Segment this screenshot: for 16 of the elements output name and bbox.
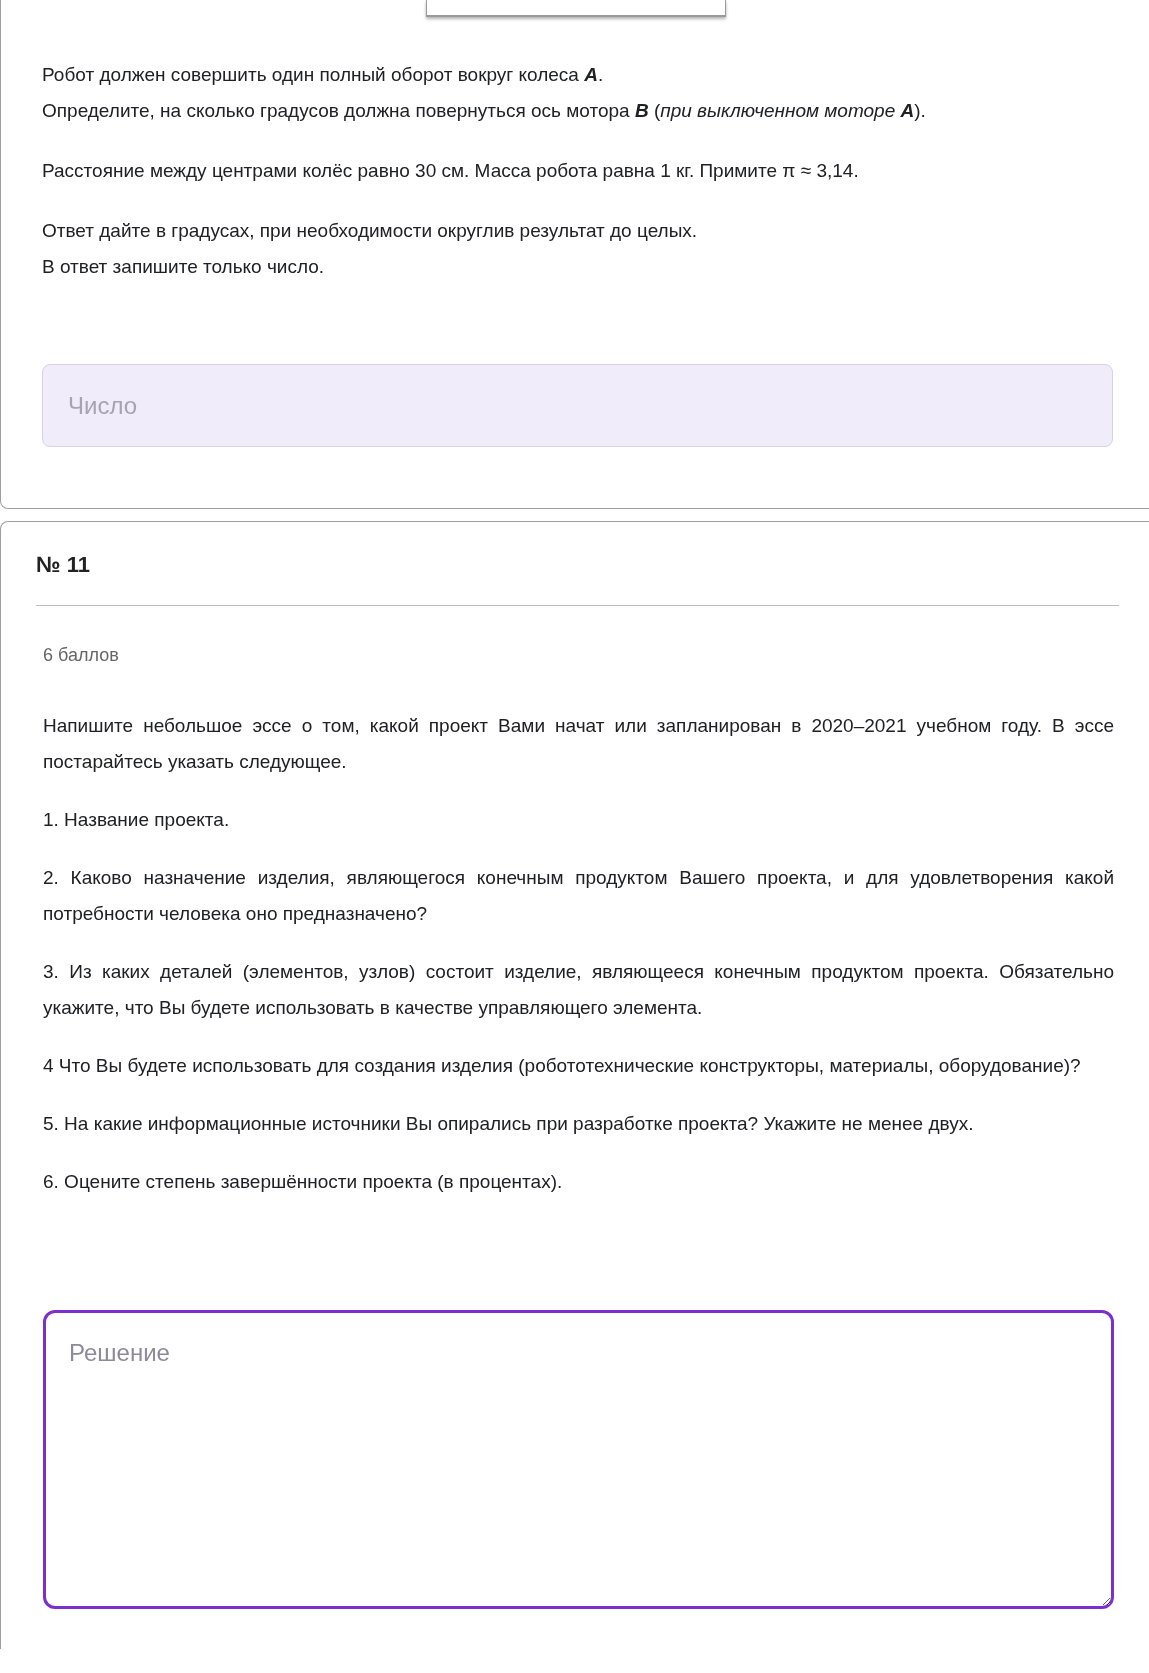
task-text: Определите, на сколько градусов должна повернуться ось мотора B (при выключенном моторе A). [42, 99, 927, 123]
essay-instruction: 6. Оцените степень завершённости проекта (в процентах). [43, 1170, 564, 1194]
task-text: Расстояние между центрами колёс равно 30 см. Масса робота равна 1 кг. Примите π ≈ 3,14. [42, 159, 860, 183]
task-text: В ответ запишите только число. [42, 255, 326, 279]
points-label: 6 баллов [43, 644, 120, 667]
essay-instruction: 2. Каково назначение изделия, являющегося конечным продуктом Вашего проекта, и для удовлетворения какой потребности человека оно предназначено? [43, 866, 1114, 926]
task-number: № 11 [36, 551, 91, 579]
number-input-field[interactable]: Число [42, 364, 1113, 447]
essay-instruction: 5. На какие информационные источники Вы опирались при разработке проекта? Укажите не менее двух. [43, 1112, 975, 1136]
essay-instruction: Напишите небольшое эссе о том, какой проект Вами начат или запланирован в 2020–2021 учебном году. В эссе постарайтесь указать следующее. [43, 714, 1114, 774]
solution-text-area[interactable]: Решение [43, 1310, 1114, 1609]
essay-instruction: 4 Что Вы будете использовать для создания изделия (робототехнические конструкторы, материалы, оборудование)? [43, 1054, 1082, 1078]
essay-instruction: 1. Название проекта. [43, 808, 231, 832]
task-text: Ответ дайте в градусах, при необходимости округлив результат до целых. [42, 219, 699, 243]
task-text: Робот должен совершить один полный оборот вокруг колеса A. [42, 63, 605, 87]
essay-instruction: 3. Из каких деталей (элементов, узлов) состоит изделие, являющееся конечным продуктом проекта. Обязательно укажите, что Вы будете использовать в качестве управляющего элемента. [43, 960, 1114, 1020]
